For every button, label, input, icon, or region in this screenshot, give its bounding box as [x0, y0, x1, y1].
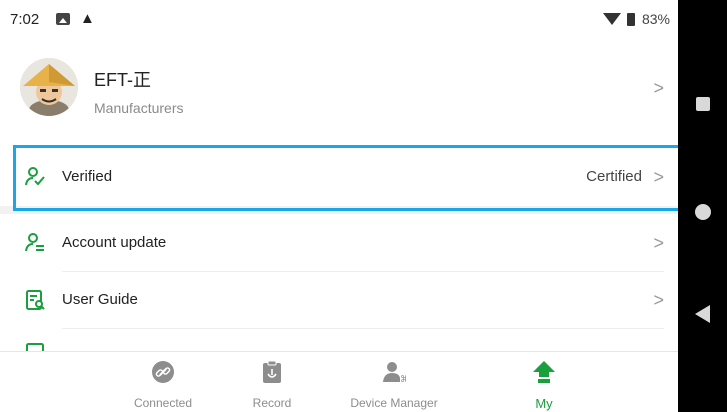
chevron-right-icon: > [653, 290, 664, 310]
profile-name: EFT-正 [94, 70, 151, 90]
tab-label: My [535, 396, 553, 411]
device-user-icon: ⌘ [383, 362, 406, 384]
menu-item-user-guide[interactable]: User Guide > [0, 273, 678, 329]
menu-item-label: Verified [62, 168, 113, 185]
app-screen: 7:02 ▲ 83% EFT-正 Manufacturers > Verifie… [0, 0, 678, 412]
menu-item-label: Account update [62, 234, 167, 251]
battery-level: 83% [641, 11, 670, 27]
clipboard-icon [263, 360, 281, 383]
profile-card[interactable]: EFT-正 Manufacturers > [0, 42, 678, 142]
section-divider [0, 206, 678, 214]
battery-icon [626, 12, 635, 26]
warning-icon: ▲ [80, 10, 95, 27]
tab-label: Record [252, 396, 292, 410]
back-button[interactable] [695, 305, 710, 323]
status-right: 83% [602, 11, 670, 27]
tab-label: Device Manager [350, 396, 438, 410]
tab-device-manager[interactable]: ⌘ Device Manager [339, 352, 449, 412]
tab-connected[interactable]: Connected [108, 352, 218, 412]
document-search-icon [26, 290, 45, 310]
menu-item-label: User Guide [62, 291, 138, 308]
verified-status: Certified [586, 168, 642, 185]
menu-item-partial[interactable] [0, 330, 678, 363]
avatar [20, 58, 78, 116]
avatar-farmer-icon [20, 58, 78, 116]
tab-my[interactable]: My [489, 352, 599, 412]
home-up-icon [533, 361, 555, 383]
image-notification-icon [56, 13, 70, 25]
chevron-right-icon: > [653, 167, 664, 187]
user-list-icon [25, 233, 44, 252]
bottom-tab-bar: Connected Record ⌘ Device Manager My [0, 351, 678, 412]
row-divider [62, 271, 664, 272]
row-divider [62, 328, 664, 329]
status-bar: 7:02 ▲ 83% [0, 0, 678, 42]
menu-item-verified[interactable]: Verified Certified > [0, 150, 678, 206]
user-check-icon [25, 167, 45, 186]
recents-button[interactable] [696, 97, 710, 111]
link-icon [152, 361, 174, 383]
svg-text:⌘: ⌘ [400, 375, 406, 384]
system-nav-bar [678, 0, 727, 412]
tab-record[interactable]: Record [217, 352, 327, 412]
home-button[interactable] [695, 204, 711, 220]
status-time: 7:02 [10, 11, 40, 28]
chevron-right-icon: > [653, 78, 664, 98]
menu-item-account-update[interactable]: Account update > [0, 216, 678, 272]
profile-role: Manufacturers [94, 100, 184, 116]
wifi-icon [602, 13, 621, 25]
tab-label: Connected [133, 396, 193, 410]
chevron-right-icon: > [653, 233, 664, 253]
